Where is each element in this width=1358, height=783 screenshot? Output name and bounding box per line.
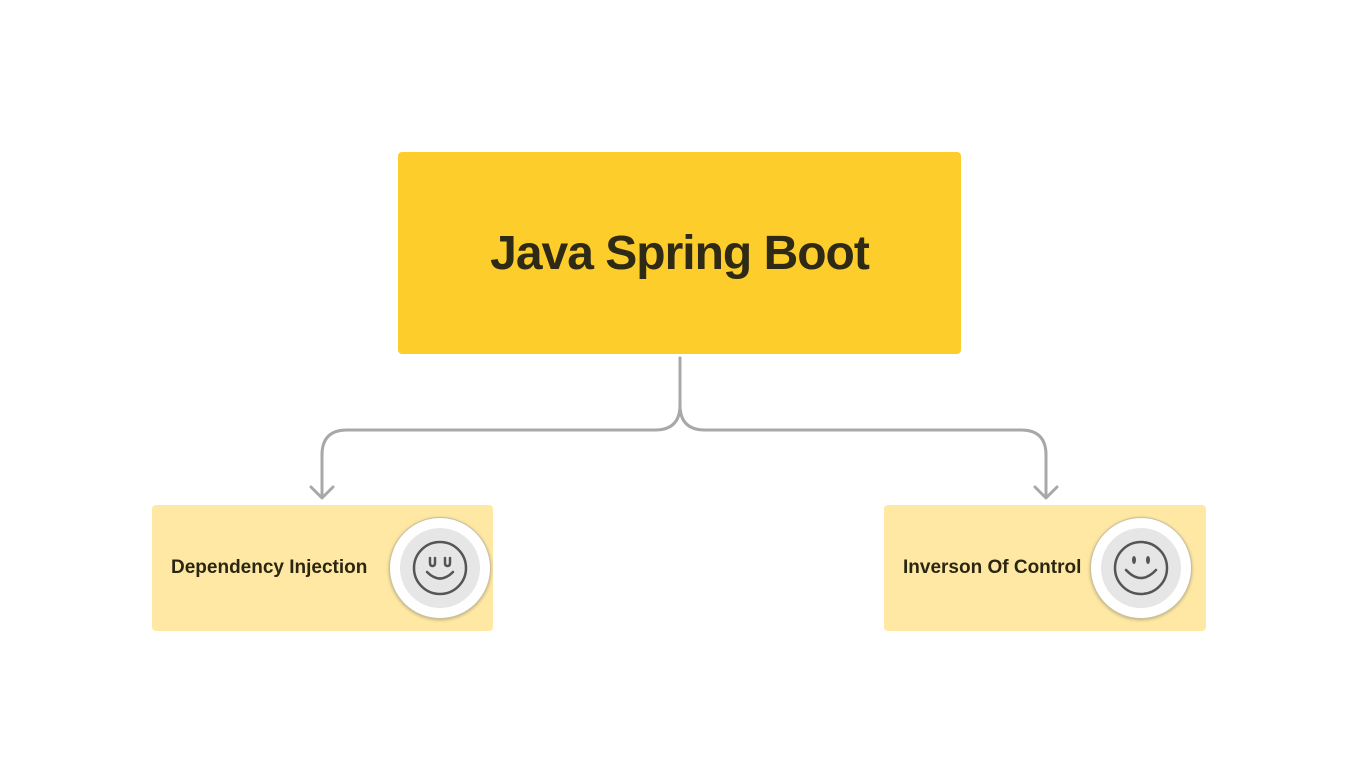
child-node-label: Inverson Of Control: [903, 557, 1082, 578]
child-node-label: Dependency Injection: [171, 557, 368, 578]
connector-right: [678, 356, 1048, 499]
smiley-face-icon: [412, 540, 468, 596]
child-node-dependency-injection[interactable]: Dependency Injection: [152, 505, 493, 631]
avatar: [389, 517, 491, 619]
smiley-face-icon: [1113, 540, 1169, 596]
connector-arrows: [309, 356, 1059, 500]
child-node-inversion-of-control[interactable]: Inverson Of Control: [884, 505, 1206, 631]
connector-left: [320, 356, 682, 499]
avatar: [1090, 517, 1192, 619]
